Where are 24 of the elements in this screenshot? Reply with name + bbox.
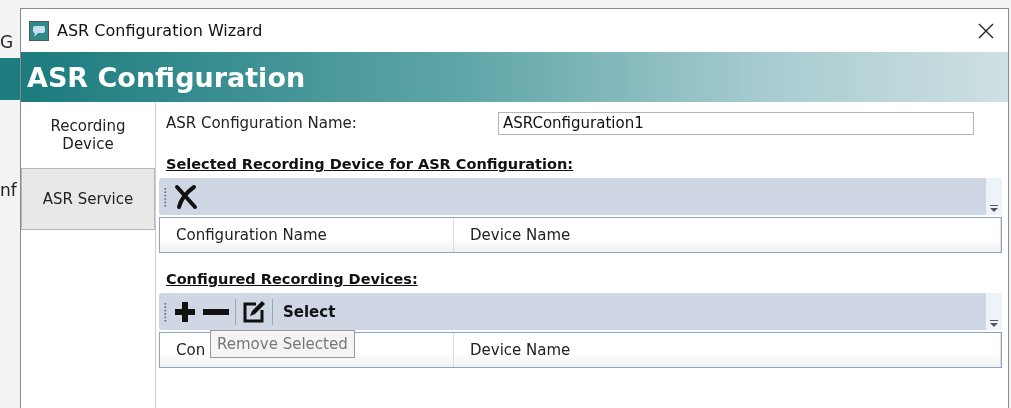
- name-input-field[interactable]: ASRConfiguration1: [498, 111, 974, 135]
- grip-icon[interactable]: [164, 185, 167, 208]
- section-heading: Selected Recording Device for ASR Configuration:: [166, 156, 574, 172]
- column-header[interactable]: Configuration Name: [160, 218, 454, 252]
- tooltip: Remove Selected: [210, 330, 355, 358]
- column-header[interactable]: Device Name: [454, 333, 1001, 367]
- overflow-icon[interactable]: [990, 204, 998, 212]
- select-button[interactable]: Select: [283, 302, 336, 321]
- step-tab[interactable]: ASR Service: [21, 168, 155, 230]
- background-text: G: [0, 32, 15, 52]
- banner-title: ASR Configuration: [27, 61, 306, 93]
- overflow-icon[interactable]: [990, 319, 998, 327]
- remove-icon[interactable]: [203, 308, 229, 315]
- clear-icon[interactable]: [173, 183, 199, 210]
- edit-icon[interactable]: [242, 299, 266, 324]
- section-heading: Configured Recording Devices:: [166, 271, 418, 287]
- app-icon: [29, 20, 49, 41]
- grip-icon[interactable]: [164, 300, 167, 323]
- name-label: ASR Configuration Name:: [166, 114, 358, 132]
- add-icon[interactable]: [173, 299, 197, 324]
- window-title: ASR Configuration Wizard: [57, 21, 264, 40]
- background-text: nf: [0, 180, 18, 200]
- close-icon[interactable]: [978, 22, 994, 39]
- column-header[interactable]: Device Name: [454, 218, 1001, 252]
